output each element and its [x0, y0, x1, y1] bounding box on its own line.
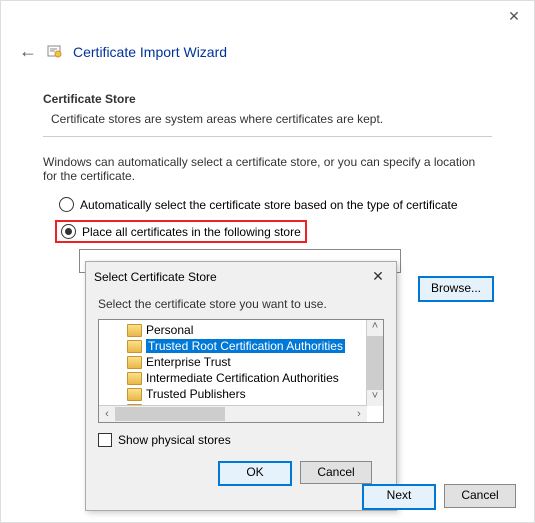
- next-button[interactable]: Next: [362, 484, 436, 510]
- show-physical-label: Show physical stores: [118, 433, 231, 447]
- certificate-icon: [47, 44, 63, 60]
- dialog-title: Select Certificate Store: [94, 270, 217, 284]
- close-icon[interactable]: ✕: [494, 1, 534, 31]
- folder-icon: [127, 324, 142, 337]
- cancel-button[interactable]: Cancel: [444, 484, 516, 508]
- dialog-text: Select the certificate store you want to…: [98, 297, 384, 311]
- tree-item[interactable]: Intermediate Certification Authorities: [99, 370, 383, 386]
- tree-item[interactable]: Trusted Publishers: [99, 386, 383, 402]
- titlebar: ✕: [1, 1, 534, 31]
- store-tree[interactable]: Personal Trusted Root Certification Auth…: [98, 319, 384, 423]
- wizard-title: Certificate Import Wizard: [73, 44, 227, 60]
- divider: [43, 136, 492, 137]
- tree-item[interactable]: Trusted Root Certification Authorities: [99, 338, 383, 354]
- scroll-left-icon[interactable]: ‹: [99, 406, 115, 422]
- scroll-right-icon[interactable]: ›: [351, 406, 367, 422]
- cancel-button[interactable]: Cancel: [300, 461, 372, 484]
- radio-auto-label: Automatically select the certificate sto…: [80, 198, 458, 212]
- folder-icon: [127, 340, 142, 353]
- checkbox-icon: [98, 433, 112, 447]
- radio-place-label: Place all certificates in the following …: [82, 225, 301, 239]
- radio-icon: [59, 197, 74, 212]
- select-store-dialog: Select Certificate Store ✕ Select the ce…: [85, 261, 397, 511]
- scroll-down-icon[interactable]: ˅: [367, 390, 383, 406]
- tree-item[interactable]: Personal: [99, 322, 383, 338]
- folder-icon: [127, 372, 142, 385]
- horizontal-scrollbar[interactable]: ‹ ›: [99, 405, 367, 422]
- tree-item[interactable]: Enterprise Trust: [99, 354, 383, 370]
- vertical-scrollbar[interactable]: ˄ ˅: [366, 320, 383, 406]
- scroll-thumb[interactable]: [115, 407, 225, 421]
- radio-place-highlight: Place all certificates in the following …: [55, 220, 307, 243]
- scroll-up-icon[interactable]: ˄: [367, 320, 383, 336]
- show-physical-checkbox[interactable]: Show physical stores: [98, 433, 384, 447]
- radio-icon[interactable]: [61, 224, 76, 239]
- scroll-thumb[interactable]: [367, 336, 383, 390]
- back-arrow-icon[interactable]: ←: [19, 41, 37, 62]
- browse-button[interactable]: Browse...: [418, 276, 494, 302]
- section-heading: Certificate Store: [43, 92, 492, 106]
- radio-auto-select[interactable]: Automatically select the certificate sto…: [59, 197, 492, 212]
- section-description: Certificate stores are system areas wher…: [51, 112, 484, 126]
- folder-icon: [127, 388, 142, 401]
- section-info: Windows can automatically select a certi…: [43, 155, 492, 183]
- folder-icon: [127, 356, 142, 369]
- ok-button[interactable]: OK: [218, 461, 292, 486]
- close-icon[interactable]: ✕: [368, 268, 388, 285]
